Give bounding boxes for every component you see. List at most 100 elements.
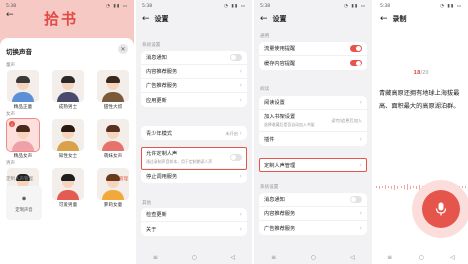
custom-voice-header: 定制人声管理 管理 <box>6 176 128 182</box>
back-arrow-icon[interactable]: ← <box>142 14 150 24</box>
setting-row-shelf[interactable]: 加入书架设置 选择收藏后是否自动加入书架 读完/追更后加入 <box>259 110 367 132</box>
section-label: 系统设置 <box>260 185 279 190</box>
waveform-bar <box>379 185 381 189</box>
back-arrow-icon[interactable]: ← <box>6 10 14 20</box>
chevron-right-icon: › <box>239 211 242 218</box>
microphone-icon[interactable] <box>422 190 460 228</box>
settings-card: 流量使用提醒 缓存内容提醒 <box>259 42 367 70</box>
section-label: 系统设置 <box>142 43 161 48</box>
setting-row-notifications[interactable]: 消息通知 <box>259 193 367 207</box>
chevron-right-icon: › <box>359 135 362 143</box>
setting-row-ad-recommend[interactable]: 广告推荐服务 › <box>259 221 367 235</box>
setting-row-plugins[interactable]: 插件 › <box>259 132 367 146</box>
setting-row-stop-service[interactable]: 停止调用服务 › <box>141 169 247 183</box>
recording-progress: 18/20 <box>413 70 429 76</box>
voice-grid-female: ✓ 精品女声 知性女士 萌妹女声 <box>4 118 132 159</box>
back-icon[interactable]: ◁ <box>350 254 355 261</box>
setting-row-cache-reminder[interactable]: 缓存内容提醒 <box>259 56 367 70</box>
recording-screen: 5:38 ◔ ▮▮ ▭ ← 录制 18/20 青藏高原还拥有地球上海拔最高、面积… <box>374 0 468 264</box>
settings-card: 消息通知 内容推荐服务 › 广告推荐服务 › 应用更新 › <box>141 51 247 107</box>
setting-row-about[interactable]: 关于 › <box>141 222 247 236</box>
cache-reminder-toggle[interactable] <box>350 59 362 67</box>
category-label-child: 童声 <box>6 63 15 68</box>
waveform-bar <box>385 185 387 189</box>
voice-grid-child: 精品正童 成熟男士 甜性大叔 <box>4 70 132 110</box>
setting-row-data-usage[interactable]: 流量使用提醒 <box>259 42 367 56</box>
voice-option[interactable]: 精品正童 <box>4 70 42 110</box>
voice-option[interactable]: 可爱男童 <box>49 168 87 208</box>
waveform-bar <box>461 186 463 188</box>
settings-card: 消息通知 内容推荐服务 › 广告推荐服务 › <box>259 193 367 235</box>
back-icon[interactable]: ◁ <box>231 254 236 261</box>
status-bar: 5:38 ◔ ▮▮ ▭ <box>142 3 246 9</box>
setting-row-teen-mode[interactable]: 青少年模式 未开启 › <box>141 126 247 140</box>
notifications-toggle[interactable] <box>230 54 242 61</box>
voice-option[interactable]: 知性女士 <box>49 119 87 159</box>
back-icon[interactable]: ◁ <box>450 254 455 261</box>
voice-option-selected[interactable]: ✓ 精品女声 <box>4 118 42 159</box>
waveform-bar <box>415 185 417 189</box>
header: ← 录制 <box>380 12 462 26</box>
avatar <box>97 168 129 200</box>
settings-card: 青少年模式 未开启 › <box>141 126 247 140</box>
switch-voice-sheet: 切换声音 ✕ 童声 精品正童 成熟男士 甜性大叔 女声 ✓ 精品女声 知性女士 … <box>0 38 134 264</box>
setting-row-content-recommend[interactable]: 内容推荐服务 › <box>141 65 247 79</box>
settings-screen: 5:38 ◔ ▮▮ ▭ ← 设置 系统设置 消息通知 内容推荐服务 › 广告推荐… <box>136 0 252 264</box>
page-title: 设置 <box>272 15 287 23</box>
setting-row-notifications[interactable]: 消息通知 <box>141 51 247 65</box>
setting-row-reading[interactable]: 阅读设置 › <box>259 96 367 110</box>
voice-picker-screen: 5:38 ◔ ▮▮ ▭ ← 拾书 切换声音 ✕ 童声 精品正童 成熟男士 甜性大… <box>0 0 134 264</box>
waveform-bar <box>406 184 408 190</box>
menu-icon[interactable]: ≡ <box>271 254 276 261</box>
menu-icon[interactable]: ≡ <box>153 254 158 261</box>
home-icon[interactable]: ○ <box>311 254 316 261</box>
setting-row-ad-recommend[interactable]: 广告推荐服务 › <box>141 79 247 93</box>
setting-row-check-update[interactable]: 检查更新 › <box>141 208 247 222</box>
chevron-right-icon: › <box>239 68 242 75</box>
avatar <box>52 168 84 200</box>
waveform-bar <box>382 186 384 188</box>
voice-option[interactable]: 萝莉女童 <box>94 168 132 208</box>
manage-link[interactable]: 管理 <box>119 176 128 182</box>
menu-icon[interactable]: ≡ <box>387 254 392 261</box>
settings-card: 检查更新 › 关于 › <box>141 208 247 236</box>
section-label: 其他 <box>142 201 152 206</box>
data-usage-toggle[interactable] <box>350 45 362 52</box>
page-title: 设置 <box>154 15 169 23</box>
setting-row-content-recommend[interactable]: 内容推荐服务 › <box>259 207 367 221</box>
status-icons: ◔ ▮▮ ▭ <box>106 3 128 9</box>
category-label-female: 女声 <box>6 112 15 117</box>
notifications-toggle[interactable] <box>350 196 362 203</box>
status-bar: 5:38 ◔ ▮▮ ▭ <box>260 3 366 9</box>
page-title: 录制 <box>392 15 407 23</box>
avatar: ✓ <box>6 118 40 152</box>
waveform-bar <box>394 184 396 190</box>
voice-option[interactable]: 成熟男士 <box>49 70 87 110</box>
chevron-right-icon: › <box>239 82 242 89</box>
close-icon[interactable]: ✕ <box>118 44 128 54</box>
waveform-bar <box>397 185 399 189</box>
avatar <box>7 70 39 102</box>
waveform-icon: ⏺ <box>22 193 26 203</box>
avatar <box>97 70 129 102</box>
home-icon[interactable]: ○ <box>419 254 424 261</box>
voice-option[interactable]: 萌妹女声 <box>94 119 132 159</box>
home-icon[interactable]: ○ <box>192 254 197 261</box>
chevron-right-icon: › <box>239 129 242 137</box>
settings-screen-scrolled: 5:38 ◔ ▮▮ ▭ ← 设置 通用 流量使用提醒 缓存内容提醒 阅读 阅读设… <box>254 0 372 264</box>
back-arrow-icon[interactable]: ← <box>260 14 268 24</box>
section-label: 阅读 <box>260 87 270 92</box>
avatar <box>52 70 84 102</box>
avatar <box>97 119 129 151</box>
category-label-male: 男声 <box>6 161 15 166</box>
header: ← 设置 <box>142 12 246 26</box>
voice-option[interactable]: 甜性大叔 <box>94 70 132 110</box>
system-navbar: ≡ ○ ◁ <box>374 254 468 261</box>
custom-voice-card[interactable]: ⏺ 定制声音 <box>6 186 42 220</box>
chevron-right-icon: › <box>359 224 362 232</box>
waveform-bar <box>412 186 414 188</box>
chevron-right-icon: › <box>239 172 242 180</box>
setting-row-app-update[interactable]: 应用更新 › <box>141 93 247 107</box>
chevron-right-icon: › <box>239 96 242 104</box>
back-arrow-icon[interactable]: ← <box>380 14 388 24</box>
